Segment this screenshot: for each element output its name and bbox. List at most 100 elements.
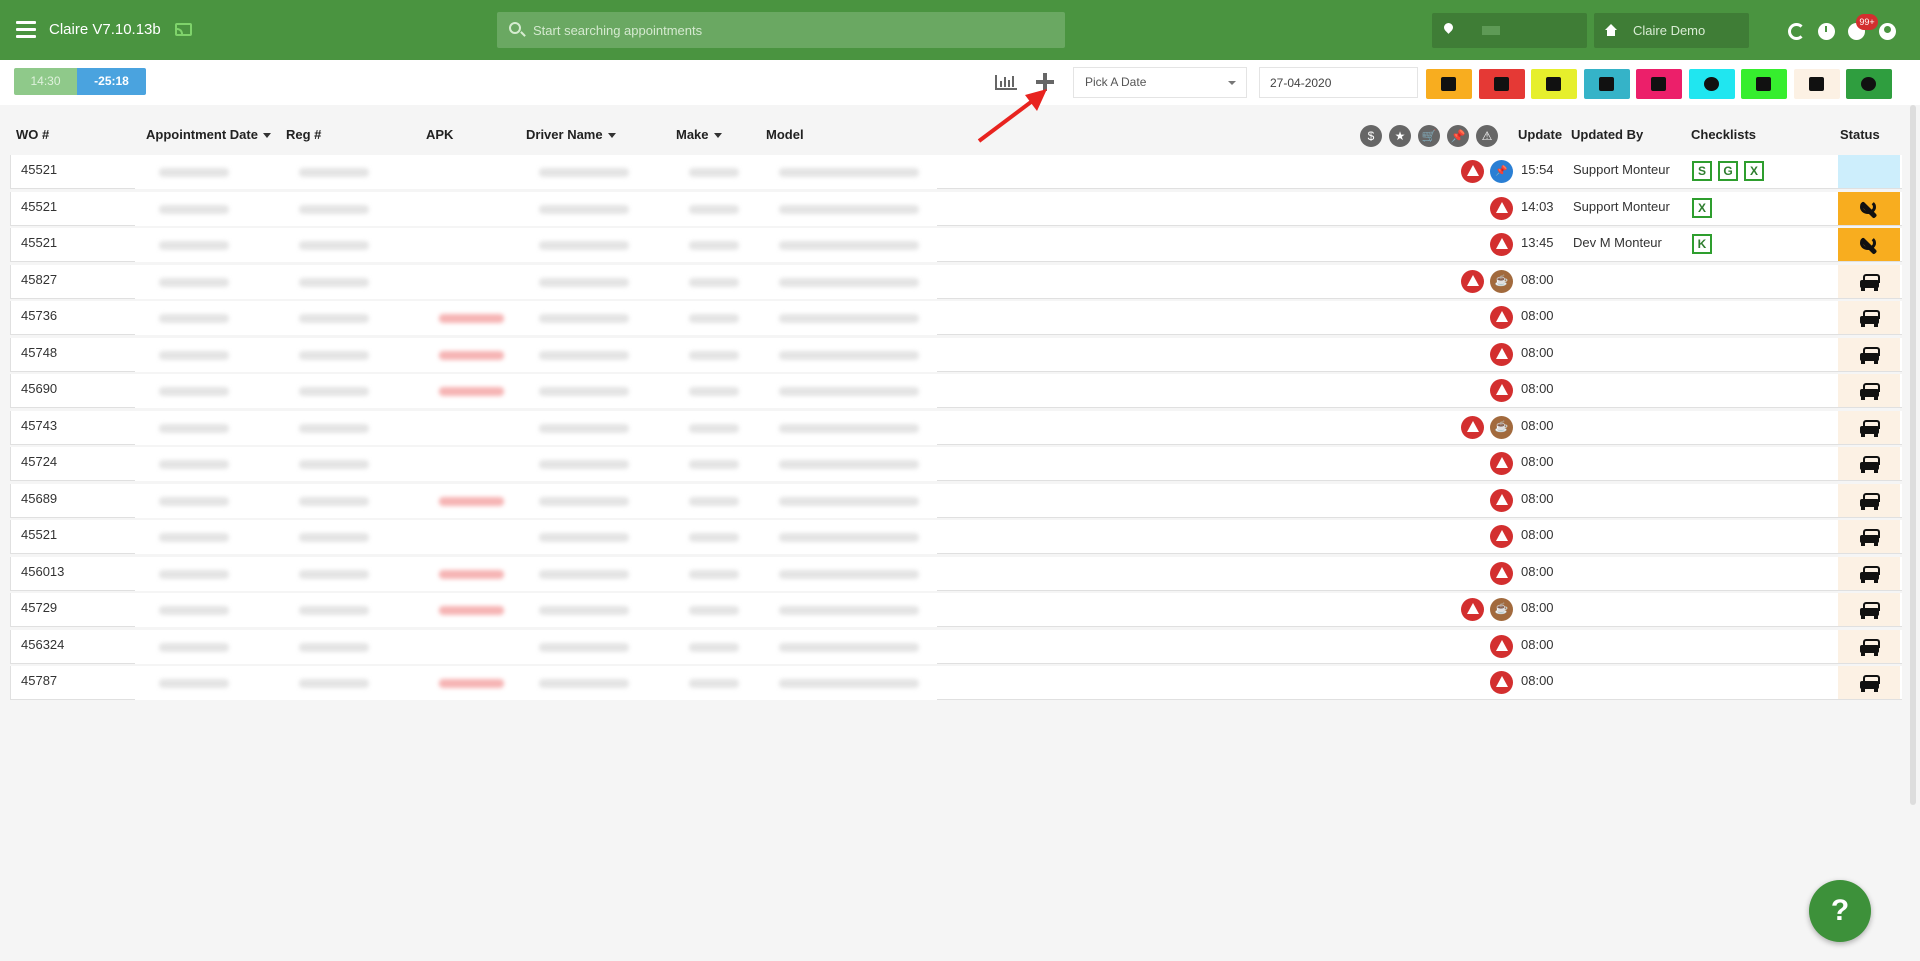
- search-input[interactable]: [533, 12, 1053, 48]
- warning-icon[interactable]: [1490, 233, 1513, 256]
- company-select[interactable]: Claire Demo: [1594, 13, 1749, 48]
- table-row[interactable]: 456013 08:00: [10, 556, 1902, 591]
- status-car[interactable]: [1838, 374, 1900, 407]
- warning-icon[interactable]: [1490, 525, 1513, 548]
- pin-icon[interactable]: 📌: [1490, 160, 1513, 183]
- warning-icon[interactable]: [1461, 269, 1484, 293]
- status-car[interactable]: [1838, 410, 1900, 444]
- warning-icon[interactable]: [1490, 342, 1513, 366]
- header-wo[interactable]: WO #: [16, 127, 49, 142]
- wo-number[interactable]: 45743: [21, 418, 57, 433]
- status-wrench[interactable]: [1838, 191, 1900, 225]
- table-row[interactable]: 45736 08:00: [10, 301, 1902, 335]
- filter-flag-a-button[interactable]: [1479, 69, 1525, 99]
- help-button[interactable]: ?: [1809, 880, 1871, 942]
- wo-number[interactable]: 45827: [21, 272, 57, 287]
- status-car[interactable]: [1838, 556, 1900, 590]
- table-row[interactable]: 45521 14:03 Support Monteur X: [10, 191, 1902, 226]
- date-picker-select[interactable]: Pick A Date: [1073, 67, 1247, 98]
- user-icon[interactable]: [1879, 23, 1896, 40]
- clock-icon[interactable]: [1818, 23, 1835, 40]
- header-status[interactable]: Status: [1840, 127, 1880, 142]
- filter-warning-button[interactable]: [1584, 69, 1630, 99]
- status-car[interactable]: [1838, 593, 1900, 626]
- warning-icon[interactable]: [1490, 561, 1513, 585]
- wo-number[interactable]: 45787: [21, 673, 57, 688]
- coffee-icon[interactable]: ☕: [1490, 598, 1513, 621]
- status-car[interactable]: [1838, 447, 1900, 480]
- date-input[interactable]: [1259, 67, 1418, 98]
- warning-icon[interactable]: ⚠: [1476, 125, 1498, 147]
- status-wrench[interactable]: [1838, 228, 1900, 261]
- filter-user-check-button[interactable]: [1636, 69, 1682, 99]
- wo-number[interactable]: 456324: [21, 637, 64, 652]
- wo-number[interactable]: 45521: [21, 527, 57, 542]
- table-row[interactable]: 45748 08:00: [10, 337, 1902, 372]
- status-car[interactable]: [1838, 520, 1900, 553]
- table-row[interactable]: 45724 08:00: [10, 447, 1902, 481]
- header-appointment-date[interactable]: Appointment Date: [146, 127, 271, 142]
- coffee-icon[interactable]: ☕: [1490, 415, 1513, 439]
- status-car[interactable]: [1838, 483, 1900, 517]
- star-icon[interactable]: ★: [1389, 125, 1411, 147]
- warning-icon[interactable]: [1461, 415, 1484, 439]
- table-row[interactable]: 45827 ☕ 08:00: [10, 264, 1902, 299]
- scrollbar[interactable]: [1910, 105, 1916, 805]
- filter-wrench-button[interactable]: [1426, 69, 1472, 99]
- warning-icon[interactable]: [1490, 634, 1513, 658]
- header-model[interactable]: Model: [766, 127, 804, 142]
- table-row[interactable]: 456324 08:00: [10, 629, 1902, 664]
- wo-number[interactable]: 45690: [21, 381, 57, 396]
- filter-shield-button[interactable]: [1846, 69, 1892, 99]
- wo-number[interactable]: 45521: [21, 199, 57, 214]
- location-select[interactable]: [1432, 13, 1587, 48]
- header-updated-by[interactable]: Updated By: [1571, 127, 1643, 142]
- table-row[interactable]: 45690 08:00: [10, 374, 1902, 408]
- table-row[interactable]: 45521 08:00: [10, 520, 1902, 554]
- coffee-icon[interactable]: ☕: [1490, 269, 1513, 293]
- wo-number[interactable]: 456013: [21, 564, 64, 579]
- wo-number[interactable]: 45748: [21, 345, 57, 360]
- checklist-badge[interactable]: K: [1692, 234, 1712, 254]
- warning-icon[interactable]: [1461, 598, 1484, 621]
- filter-tag-button[interactable]: [1531, 69, 1577, 99]
- warning-icon[interactable]: [1490, 488, 1513, 512]
- warning-icon[interactable]: [1490, 379, 1513, 402]
- wo-number[interactable]: 45689: [21, 491, 57, 506]
- cart-icon[interactable]: 🛒: [1418, 125, 1440, 147]
- menu-icon[interactable]: [16, 21, 36, 38]
- header-make[interactable]: Make: [676, 127, 722, 142]
- warning-icon[interactable]: [1461, 160, 1484, 183]
- status-car[interactable]: [1838, 301, 1900, 334]
- table-row[interactable]: 45689 08:00: [10, 483, 1902, 518]
- table-row[interactable]: 45729 ☕ 08:00: [10, 593, 1902, 627]
- filter-smiley-button[interactable]: [1689, 69, 1735, 99]
- wo-number[interactable]: 45736: [21, 308, 57, 323]
- filter-car-button[interactable]: [1794, 69, 1840, 99]
- cast-icon[interactable]: [175, 23, 192, 36]
- status-car[interactable]: [1838, 264, 1900, 298]
- warning-icon[interactable]: [1490, 306, 1513, 329]
- wo-number[interactable]: 45521: [21, 162, 57, 177]
- filter-double-check-button[interactable]: [1741, 69, 1787, 99]
- header-reg[interactable]: Reg #: [286, 127, 321, 142]
- wo-number[interactable]: 45729: [21, 600, 57, 615]
- header-update[interactable]: Update: [1518, 127, 1562, 142]
- warning-icon[interactable]: [1490, 196, 1513, 220]
- header-apk[interactable]: APK: [426, 127, 453, 142]
- status-car[interactable]: [1838, 666, 1900, 699]
- table-row[interactable]: 45743 ☕ 08:00: [10, 410, 1902, 445]
- pin-icon[interactable]: 📌: [1447, 125, 1469, 147]
- warning-icon[interactable]: [1490, 671, 1513, 694]
- status-car[interactable]: [1838, 629, 1900, 663]
- wo-number[interactable]: 45724: [21, 454, 57, 469]
- status-car[interactable]: [1838, 337, 1900, 371]
- wo-number[interactable]: 45521: [21, 235, 57, 250]
- table-row[interactable]: 45521 13:45 Dev M Monteur K: [10, 228, 1902, 262]
- status-envelope[interactable]: [1838, 155, 1900, 188]
- header-driver-name[interactable]: Driver Name: [526, 127, 616, 142]
- table-row[interactable]: 45521 📌 15:54 Support Monteur S G X: [10, 155, 1902, 189]
- header-checklists[interactable]: Checklists: [1691, 127, 1756, 142]
- dollar-icon[interactable]: $: [1360, 125, 1382, 147]
- checklist-badge[interactable]: G: [1718, 161, 1738, 181]
